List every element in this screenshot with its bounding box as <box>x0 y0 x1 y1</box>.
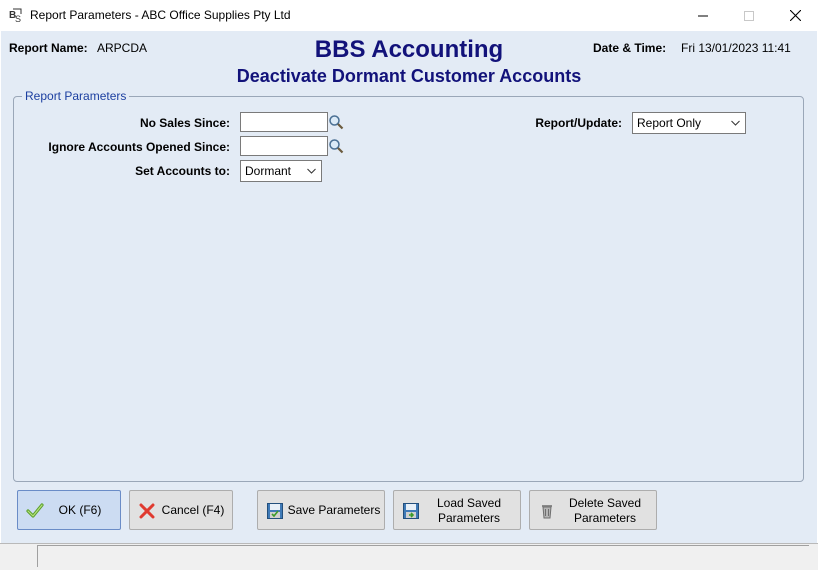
load-button-label-line1: Load Saved <box>436 496 502 510</box>
delete-saved-parameters-button[interactable]: Delete Saved Parameters <box>529 490 657 530</box>
group-title: Report Parameters <box>22 89 130 103</box>
ignore-accounts-lookup-button[interactable] <box>327 136 345 156</box>
no-sales-lookup-button[interactable] <box>327 112 345 132</box>
app-logo-icon: B S <box>9 7 25 24</box>
delete-bin-icon <box>542 505 552 519</box>
load-icon <box>403 503 419 519</box>
ok-button-label: OK (F6) <box>58 503 102 517</box>
ok-button[interactable]: OK (F6) <box>17 490 121 530</box>
no-sales-since-label: No Sales Since: <box>139 116 230 130</box>
save-button-label: Save Parameters <box>287 503 381 517</box>
title-bar[interactable]: B S Report Parameters - ABC Office Suppl… <box>0 0 818 31</box>
ignore-accounts-input[interactable] <box>240 136 328 156</box>
page-subtitle: Deactivate Dormant Customer Accounts <box>236 66 582 86</box>
chevron-down-icon <box>307 168 316 174</box>
no-sales-since-input[interactable] <box>240 112 328 132</box>
window-title: Report Parameters - ABC Office Supplies … <box>30 8 291 22</box>
cancel-button[interactable]: Cancel (F4) <box>129 490 233 530</box>
cancel-button-label: Cancel (F4) <box>161 503 225 517</box>
load-saved-parameters-button[interactable]: Load Saved Parameters <box>393 490 521 530</box>
report-update-value: Report Only <box>637 116 702 130</box>
minimize-button[interactable] <box>680 0 726 31</box>
chevron-down-icon <box>731 120 740 126</box>
magnifier-icon <box>329 115 344 130</box>
delete-button-label-line1: Delete Saved <box>568 496 642 510</box>
delete-button-label-line2: Parameters <box>573 511 637 525</box>
status-panel <box>37 545 809 567</box>
save-icon <box>267 503 283 519</box>
check-icon <box>26 503 44 518</box>
maximize-button[interactable] <box>726 0 772 31</box>
svg-text:S: S <box>15 14 21 23</box>
close-button[interactable] <box>772 0 818 31</box>
ignore-accounts-label: Ignore Accounts Opened Since: <box>48 140 230 154</box>
cross-icon <box>139 503 155 519</box>
save-parameters-button[interactable]: Save Parameters <box>257 490 385 530</box>
set-accounts-label: Set Accounts to: <box>135 164 230 178</box>
set-accounts-select[interactable]: Dormant <box>240 160 322 182</box>
minimize-icon <box>698 15 708 16</box>
set-accounts-value: Dormant <box>245 164 292 178</box>
report-update-label: Report/Update: <box>535 116 622 130</box>
report-update-select[interactable]: Report Only <box>632 112 746 134</box>
load-button-label-line2: Parameters <box>437 511 501 525</box>
close-icon <box>789 10 801 21</box>
page-title: BBS Accounting <box>314 36 504 63</box>
magnifier-icon <box>329 139 344 154</box>
maximize-icon <box>744 10 754 21</box>
